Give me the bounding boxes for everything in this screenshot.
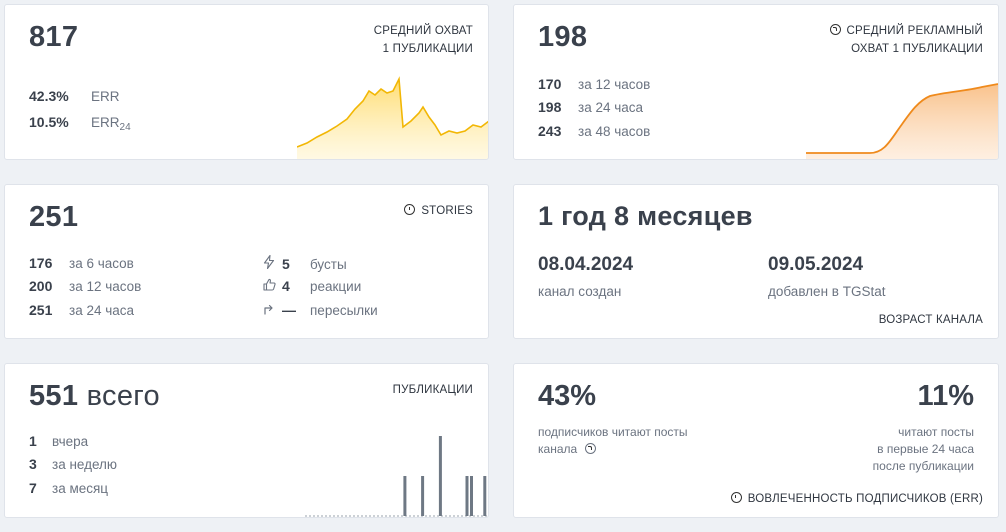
lightning-icon [262, 254, 276, 272]
publications-total-value: 551 [29, 380, 79, 412]
clock-icon [730, 492, 742, 503]
ad-reach-row-label: за 48 часов [578, 124, 651, 139]
engagement-left-desc-line1: подписчиков читают посты [538, 425, 688, 439]
reach-sparkline [297, 76, 488, 159]
err24-subscript: 24 [119, 122, 131, 133]
avg-reach-caption-line1: СРЕДНИЙ ОХВАТ [373, 25, 473, 37]
publications-caption: ПУБЛИКАЦИИ [392, 384, 473, 396]
avg-reach-caption-line2: 1 ПУБЛИКАЦИИ [382, 43, 473, 55]
stories-row-label: за 24 часа [69, 303, 135, 318]
ad-reach-row-value: 198 [538, 99, 562, 115]
stories-row-label: за 6 часов [69, 256, 134, 271]
engagement-right-pct: 11% [917, 380, 974, 412]
forwards-value: — [282, 302, 296, 318]
engagement-right-desc-line2: в первые 24 часа [877, 442, 974, 456]
avg-reach-card[interactable]: 817 СРЕДНИЙ ОХВАТ 1 ПУБЛИКАЦИИ 42.3% ERR … [4, 4, 489, 160]
stories-row: 200 за 12 часов [29, 278, 141, 294]
stories-row-value: 176 [29, 255, 53, 271]
publications-row-label: за неделю [52, 457, 118, 472]
err24-label: ERR [91, 115, 120, 130]
avg-ad-reach-caption: СРЕДНИЙ РЕКЛАМНЫЙ ОХВАТ 1 ПУБЛИКАЦИИ [829, 22, 983, 58]
engagement-right-desc-line3: после публикации [872, 459, 974, 473]
stories-value: 251 [29, 201, 79, 233]
publications-total: 551 всего [29, 380, 160, 413]
stories-row: 251 за 24 часа [29, 302, 134, 318]
ad-reach-row-value: 243 [538, 123, 562, 139]
publications-row: 1 вчера [29, 433, 88, 449]
stories-row: 176 за 6 часов [29, 255, 134, 271]
err-label: ERR [91, 89, 120, 104]
avg-ad-reach-caption-line2: ОХВАТ 1 ПУБЛИКАЦИИ [851, 43, 983, 55]
avg-ad-reach-caption-line1: СРЕДНИЙ РЕКЛАМНЫЙ [846, 25, 983, 37]
stories-row-label: за 12 часов [69, 279, 142, 294]
avg-reach-caption: СРЕДНИЙ ОХВАТ 1 ПУБЛИКАЦИИ [374, 22, 473, 58]
help-icon[interactable] [829, 24, 841, 35]
forward-arrow-icon [262, 303, 276, 318]
help-icon[interactable] [584, 443, 596, 454]
channel-age-caption: ВОЗРАСТ КАНАЛА [878, 314, 983, 326]
boosts-value: 5 [282, 256, 290, 272]
chart-bar [403, 476, 407, 516]
stories-row-value: 251 [29, 302, 53, 318]
chart-bar [470, 476, 473, 516]
reactions-value: 4 [282, 278, 290, 294]
stories-caption-text: STORIES [421, 205, 473, 217]
chart-bar [483, 476, 487, 516]
chart-bar [465, 476, 469, 516]
ad-reach-row-label: за 12 часов [578, 77, 651, 92]
added-label: добавлен в TGStat [768, 284, 886, 299]
publications-row: 7 за месяц [29, 480, 108, 496]
boosts-stat: 5 бусты [262, 254, 347, 272]
ad-reach-row-value: 170 [538, 76, 562, 92]
reactions-stat: 4 реакции [262, 278, 361, 294]
clock-icon [404, 204, 416, 215]
channel-age-card[interactable]: 1 год 8 месяцев 08.04.2024 канал создан … [513, 184, 999, 339]
ad-reach-sparkline-area [806, 84, 998, 159]
ad-reach-row: 170 за 12 часов [538, 76, 650, 92]
chart-bar [421, 476, 425, 516]
avg-ad-reach-value: 198 [538, 21, 588, 53]
engagement-card[interactable]: 43% подписчиков читают посты канала 11% … [513, 363, 999, 518]
reactions-label: реакции [310, 279, 362, 294]
publications-card[interactable]: 551 всего ПУБЛИКАЦИИ 1 вчера 3 за неделю 7… [4, 363, 489, 518]
ad-reach-row: 243 за 48 часов [538, 123, 650, 139]
stories-caption: STORIES [404, 202, 473, 220]
forwards-label: пересылки [310, 303, 378, 318]
boosts-label: бусты [310, 257, 347, 272]
publications-total-suffix: всего [86, 380, 160, 412]
err-value: 42.3% [29, 88, 69, 104]
engagement-left-desc: подписчиков читают посты канала [538, 424, 688, 458]
ad-reach-sparkline [806, 83, 998, 159]
engagement-caption-text: ВОВЛЕЧЕННОСТЬ ПОДПИСЧИКОВ (ERR) [747, 493, 983, 505]
publications-row-value: 7 [29, 480, 37, 496]
ad-reach-row: 198 за 24 часа [538, 99, 643, 115]
publications-row-value: 1 [29, 433, 37, 449]
publications-row-label: вчера [52, 434, 89, 449]
engagement-caption: ВОВЛЕЧЕННОСТЬ ПОДПИСЧИКОВ (ERR) [730, 490, 983, 508]
thumbs-up-icon [262, 278, 276, 294]
err-row: 42.3% ERR [29, 88, 120, 104]
publications-bar-chart [305, 436, 487, 517]
engagement-right-desc: читают посты в первые 24 часа после публ… [873, 424, 974, 475]
avg-ad-reach-card[interactable]: 198 СРЕДНИЙ РЕКЛАМНЫЙ ОХВАТ 1 ПУБЛИКАЦИИ… [513, 4, 999, 160]
stories-row-value: 200 [29, 278, 53, 294]
stories-card[interactable]: 251 STORIES 176 за 6 часов 200 за 12 часов… [4, 184, 489, 339]
added-date: 09.05.2024 [768, 254, 864, 275]
ad-reach-row-label: за 24 часа [578, 100, 644, 115]
channel-age-value: 1 год 8 месяцев [538, 201, 753, 231]
err24-value: 10.5% [29, 114, 69, 130]
publications-row: 3 за неделю [29, 456, 117, 472]
created-date: 08.04.2024 [538, 254, 634, 275]
chart-bar [438, 436, 442, 516]
created-label: канал создан [538, 284, 622, 299]
avg-reach-value: 817 [29, 21, 79, 53]
engagement-right-desc-line1: читают посты [898, 425, 974, 439]
forwards-stat: — пересылки [262, 302, 378, 318]
engagement-left-desc-line2: канала [538, 442, 578, 456]
err24-row: 10.5% ERR24 [29, 114, 131, 133]
publications-row-label: за месяц [52, 481, 109, 496]
publications-row-value: 3 [29, 456, 37, 472]
engagement-left-pct: 43% [538, 380, 597, 412]
